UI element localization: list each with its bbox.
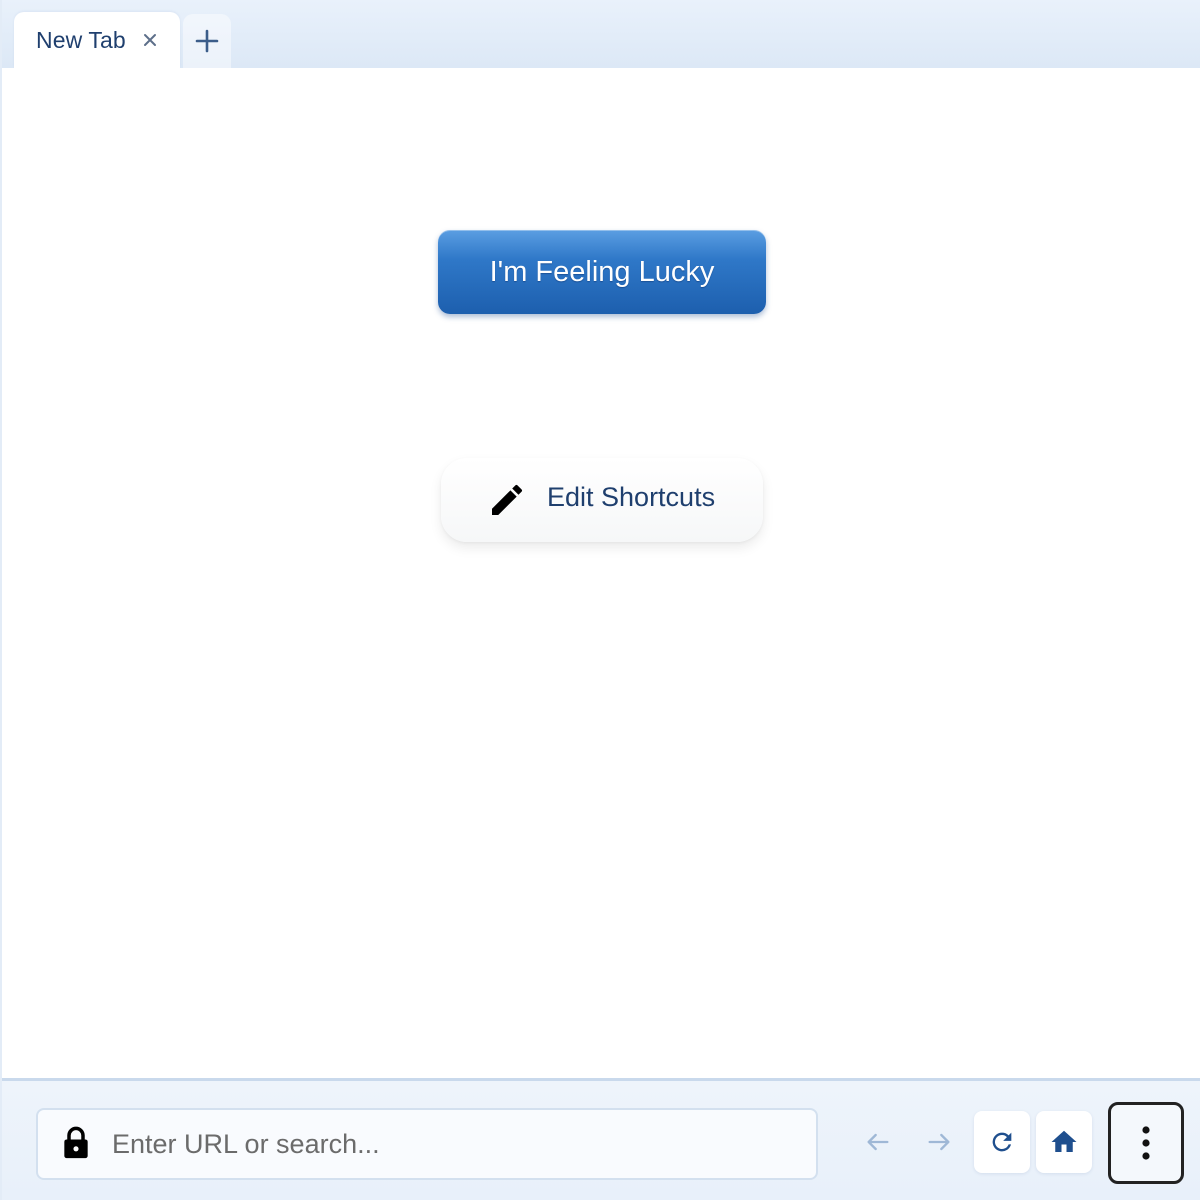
tab-title: New Tab <box>36 26 126 53</box>
edit-shortcuts-label: Edit Shortcuts <box>547 482 716 512</box>
tab-strip: New Tab <box>2 0 1200 68</box>
more-vertical-icon <box>1142 1126 1150 1160</box>
back-button[interactable] <box>850 1111 906 1173</box>
reload-icon <box>992 1132 1012 1152</box>
arrow-left-icon <box>867 1133 889 1151</box>
browser-toolbar <box>2 1078 1200 1200</box>
new-tab-button[interactable] <box>183 14 231 68</box>
main-menu-button[interactable] <box>1108 1102 1184 1184</box>
plus-icon <box>195 29 219 53</box>
home-button[interactable] <box>1036 1111 1092 1173</box>
url-input[interactable] <box>112 1120 802 1168</box>
address-bar[interactable] <box>36 1108 818 1180</box>
close-icon <box>144 34 156 46</box>
pencil-icon <box>492 484 523 515</box>
lock-icon <box>64 1126 88 1159</box>
reload-button[interactable] <box>974 1111 1030 1173</box>
tab-new-tab[interactable]: New Tab <box>14 12 180 68</box>
forward-button[interactable] <box>911 1111 967 1173</box>
feeling-lucky-button[interactable]: I'm Feeling Lucky <box>438 230 766 314</box>
new-tab-page: I'm Feeling Lucky Edit Shortcuts <box>4 68 1200 1078</box>
edit-shortcuts-button[interactable]: Edit Shortcuts <box>441 458 763 542</box>
home-icon <box>1051 1130 1077 1152</box>
browser-window: New Tab I'm Feeling Lucky Edit Shortcuts <box>0 0 1200 1200</box>
arrow-right-icon <box>928 1133 950 1151</box>
tab-close-button[interactable] <box>138 28 162 52</box>
